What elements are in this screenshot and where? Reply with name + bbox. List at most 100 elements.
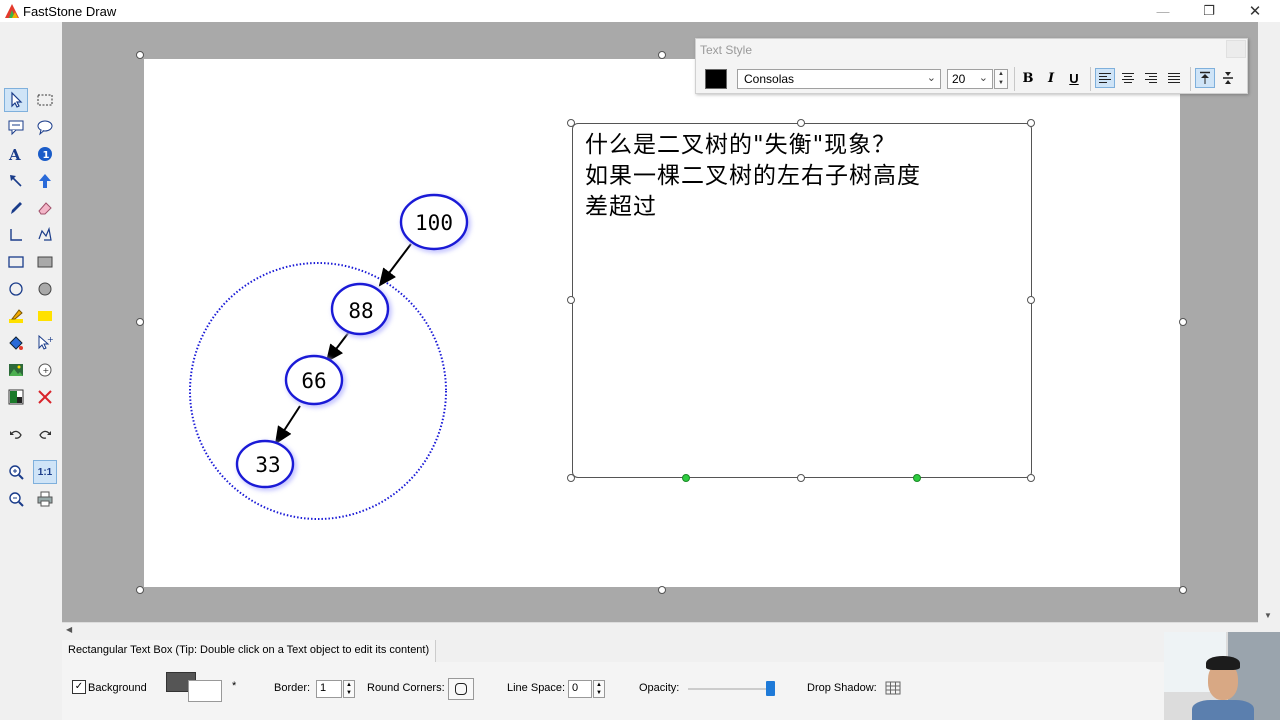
text-tool-icon: A (8, 146, 21, 163)
close-icon: ✕ (1248, 3, 1262, 20)
callout-rect-tool-button[interactable] (4, 115, 28, 139)
italic-button[interactable]: I (1041, 68, 1061, 88)
page-resize-handle[interactable] (136, 51, 144, 59)
text-style-close-button[interactable] (1226, 40, 1246, 58)
align-justify-button[interactable] (1164, 68, 1184, 88)
eraser-tool-button[interactable] (33, 196, 57, 220)
textbox-resize-handle[interactable] (1027, 296, 1035, 304)
pen-tool-button[interactable] (4, 196, 28, 220)
webcam-overlay (1164, 632, 1280, 720)
opacity-slider-thumb[interactable] (766, 681, 775, 696)
pointer-plus-tool-icon: + (38, 334, 54, 350)
page-resize-handle[interactable] (1179, 586, 1187, 594)
back-color-swatch[interactable] (188, 680, 222, 702)
color-picker-tool-button[interactable] (4, 385, 28, 409)
line-tool-button[interactable] (4, 223, 28, 247)
background-checkbox[interactable]: ✓ (72, 680, 86, 694)
minimize-button[interactable]: — (1140, 0, 1186, 22)
actual-size-button[interactable]: 1:1 (33, 460, 57, 484)
textbox-control-point[interactable] (913, 474, 921, 482)
valign-top-button[interactable] (1195, 68, 1215, 88)
drop-shadow-icon[interactable] (885, 681, 901, 695)
font-family-select[interactable]: Consolas ⌄ (737, 69, 941, 89)
filled-rectangle-tool-icon (37, 256, 53, 268)
step-marker-tool-button[interactable]: + (33, 358, 57, 382)
filled-ellipse-tool-button[interactable] (33, 277, 57, 301)
select-tool-button[interactable] (4, 88, 28, 112)
underline-button[interactable]: U (1064, 68, 1084, 88)
highlighter-tool-button[interactable] (4, 304, 28, 328)
page-resize-handle[interactable] (136, 318, 144, 326)
tools-toolbar: A 1 + + 1:1 (0, 22, 62, 622)
textbox-resize-handle[interactable] (567, 474, 575, 482)
font-size-select[interactable]: 20 ⌄ (947, 69, 993, 89)
pointer-plus-tool-button[interactable]: + (33, 331, 57, 355)
border-spinner[interactable]: ▲ ▼ (343, 680, 355, 698)
rectangle-tool-button[interactable] (4, 250, 28, 274)
align-center-icon (1122, 73, 1134, 83)
text-box-content[interactable]: 什么是二叉树的"失衡"现象？ 如果一棵二叉树的左右子树高度 差超过 (585, 130, 1015, 223)
fill-tool-button[interactable] (4, 331, 28, 355)
color-picker-tool-icon (8, 389, 24, 405)
swap-colors-icon[interactable]: * (232, 680, 236, 692)
delete-tool-button[interactable] (33, 385, 57, 409)
align-left-button[interactable] (1095, 68, 1115, 88)
font-family-value: Consolas (744, 72, 795, 86)
text-color-swatch[interactable] (705, 69, 727, 89)
border-label: Border: (274, 682, 311, 694)
image-tool-icon (9, 364, 23, 376)
drop-shadow-label: Drop Shadow: (807, 682, 877, 694)
textbox-resize-handle[interactable] (567, 296, 575, 304)
callout-round-tool-button[interactable] (33, 115, 57, 139)
align-center-button[interactable] (1118, 68, 1138, 88)
info-badge-tool-button[interactable]: 1 (33, 142, 57, 166)
filled-rectangle-tool-button[interactable] (33, 250, 57, 274)
text-tool-button[interactable]: A (4, 142, 28, 166)
restore-button[interactable]: ❐ (1186, 0, 1232, 22)
textbox-resize-handle[interactable] (797, 474, 805, 482)
block-arrow-tool-button[interactable] (33, 169, 57, 193)
opacity-slider-track[interactable] (688, 688, 772, 690)
rect-select-tool-icon (37, 94, 53, 106)
round-corners-button[interactable] (448, 678, 474, 700)
info-badge-tool-icon: 1 (38, 147, 52, 161)
line-space-spinner[interactable]: ▲ ▼ (593, 680, 605, 698)
textbox-resize-handle[interactable] (1027, 474, 1035, 482)
close-button[interactable]: ✕ (1232, 0, 1278, 22)
polyline-tool-icon (38, 226, 52, 241)
font-size-spinner[interactable]: ▲ ▼ (994, 69, 1008, 89)
undo-button[interactable] (4, 423, 28, 447)
textbox-control-point[interactable] (682, 474, 690, 482)
textbox-resize-handle[interactable] (1027, 119, 1035, 127)
page-resize-handle[interactable] (658, 586, 666, 594)
vertical-scrollbar[interactable]: ▼ (1258, 22, 1280, 622)
valign-middle-button[interactable] (1218, 68, 1238, 88)
valign-top-icon (1200, 71, 1210, 84)
redo-button[interactable] (33, 423, 57, 447)
scroll-down-icon[interactable]: ▼ (1264, 611, 1272, 620)
arrow-tool-icon (10, 175, 22, 187)
page-resize-handle[interactable] (1179, 318, 1187, 326)
image-tool-button[interactable] (4, 358, 28, 382)
rectangular-text-box[interactable]: 什么是二叉树的"失衡"现象？ 如果一棵二叉树的左右子树高度 差超过 (572, 123, 1032, 478)
zoom-in-button[interactable] (4, 460, 28, 484)
highlight-rect-tool-button[interactable] (33, 304, 57, 328)
rect-select-tool-button[interactable] (33, 88, 57, 112)
textbox-resize-handle[interactable] (567, 119, 575, 127)
border-input[interactable]: 1 (316, 680, 342, 698)
eraser-tool-icon (38, 202, 52, 215)
page-resize-handle[interactable] (658, 51, 666, 59)
line-space-input[interactable]: 0 (568, 680, 592, 698)
bold-button[interactable]: B (1018, 68, 1038, 88)
horizontal-scrollbar[interactable]: ◀ (62, 622, 1258, 638)
scroll-left-icon[interactable]: ◀ (66, 625, 72, 634)
ellipse-tool-button[interactable] (4, 277, 28, 301)
page-resize-handle[interactable] (136, 586, 144, 594)
arrow-tool-button[interactable] (4, 169, 28, 193)
textbox-resize-handle[interactable] (797, 119, 805, 127)
zoom-out-button[interactable] (4, 487, 28, 511)
align-right-button[interactable] (1141, 68, 1161, 88)
print-button[interactable] (33, 487, 57, 511)
polyline-tool-button[interactable] (33, 223, 57, 247)
block-arrow-tool-icon (39, 174, 51, 188)
